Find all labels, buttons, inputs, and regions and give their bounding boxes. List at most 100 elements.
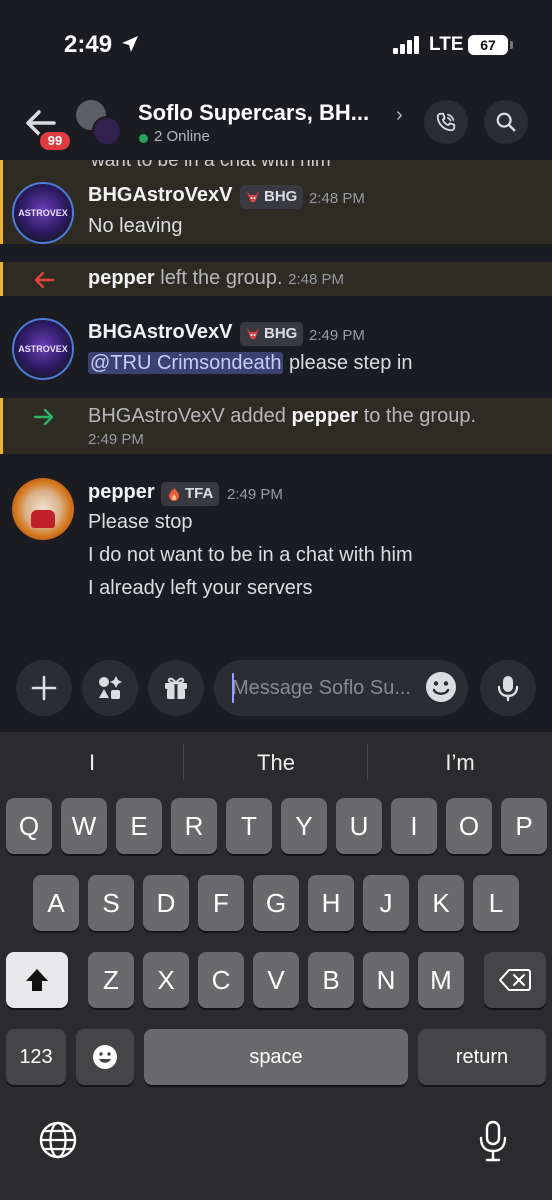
globe-icon[interactable]	[38, 1120, 78, 1160]
battery-icon: 67	[468, 35, 508, 55]
suggestion[interactable]: The	[184, 746, 368, 780]
key[interactable]: Y	[281, 798, 327, 854]
key[interactable]: V	[253, 952, 299, 1008]
system-user[interactable]: BHGAstroVexV	[88, 405, 225, 427]
avatar-text: ASTROVEX	[18, 344, 68, 354]
avatar[interactable]: ASTROVEX	[12, 182, 74, 244]
message-text-cut: want to be in a chat with him	[91, 160, 331, 171]
key[interactable]: I	[391, 798, 437, 854]
key[interactable]: A	[33, 875, 79, 931]
chevron-right-icon[interactable]: ›	[396, 104, 403, 127]
clan-tag-label: BHG	[264, 325, 298, 342]
search-button[interactable]	[484, 100, 528, 144]
key[interactable]: G	[253, 875, 299, 931]
key[interactable]: W	[61, 798, 107, 854]
key[interactable]: E	[116, 798, 162, 854]
voice-message-button[interactable]	[480, 660, 536, 716]
suggestion[interactable]: I	[0, 746, 184, 780]
key[interactable]: K	[418, 875, 464, 931]
join-arrow-icon	[33, 408, 54, 426]
cellular-signal-icon	[393, 36, 419, 54]
key[interactable]: S	[88, 875, 134, 931]
avatar[interactable]	[12, 478, 74, 540]
key[interactable]: U	[336, 798, 382, 854]
text-cursor	[232, 673, 234, 703]
key[interactable]: Q	[6, 798, 52, 854]
message-author[interactable]: pepper	[88, 481, 155, 504]
message-author[interactable]: BHGAstroVexV	[88, 321, 233, 344]
group-avatar[interactable]	[76, 100, 124, 148]
shift-arrow-icon	[26, 969, 48, 991]
key[interactable]: H	[308, 875, 354, 931]
clan-tag[interactable]: TFA	[161, 482, 220, 506]
key[interactable]: P	[501, 798, 547, 854]
apps-icon	[99, 676, 122, 699]
numbers-key[interactable]: 123	[6, 1029, 66, 1085]
flame-icon	[169, 487, 179, 501]
key[interactable]: C	[198, 952, 244, 1008]
gift-button[interactable]	[148, 660, 204, 716]
dictation-mic-icon[interactable]	[478, 1120, 508, 1162]
battery-nub	[510, 41, 513, 49]
member-avatar	[92, 116, 122, 146]
key[interactable]: M	[418, 952, 464, 1008]
message-author[interactable]: BHGAstroVexV	[88, 184, 233, 207]
key[interactable]: O	[446, 798, 492, 854]
key[interactable]: T	[226, 798, 272, 854]
message-text: I do not want to be in a chat with him	[88, 544, 413, 566]
key[interactable]: B	[308, 952, 354, 1008]
clan-tag-label: BHG	[264, 188, 298, 205]
unread-badge: 99	[37, 129, 73, 153]
online-count: 2 Online	[154, 128, 210, 145]
backspace-key[interactable]	[484, 952, 546, 1008]
key[interactable]: D	[143, 875, 189, 931]
clan-tag[interactable]: BHG	[240, 185, 304, 209]
add-attachment-button[interactable]	[16, 660, 72, 716]
status-bar: 2:49 LTE 67	[0, 0, 552, 88]
return-key[interactable]: return	[418, 1029, 546, 1085]
leave-arrow-icon	[34, 271, 55, 289]
system-user[interactable]: pepper	[88, 267, 155, 289]
channel-header: 99 Soflo Supercars, BH... › 2 Online	[0, 88, 552, 160]
battery-level: 67	[480, 37, 496, 53]
key[interactable]: J	[363, 875, 409, 931]
shift-key[interactable]	[6, 952, 68, 1008]
system-text: to the group.	[358, 405, 477, 427]
microphone-icon	[497, 676, 519, 702]
space-key[interactable]: space	[144, 1029, 408, 1085]
bull-icon	[247, 328, 259, 339]
key[interactable]: F	[198, 875, 244, 931]
message-timestamp: 2:49 PM	[309, 327, 365, 344]
message-timestamp: 2:48 PM	[309, 190, 365, 207]
message-timestamp: 2:48 PM	[288, 271, 344, 288]
message-text: @TRU Crimsondeath please step in	[88, 352, 412, 375]
key[interactable]: X	[143, 952, 189, 1008]
emoji-icon	[93, 1045, 117, 1069]
key[interactable]: N	[363, 952, 409, 1008]
system-user[interactable]: pepper	[291, 405, 358, 427]
system-text: added	[224, 405, 292, 427]
call-button[interactable]	[424, 100, 468, 144]
key[interactable]: L	[473, 875, 519, 931]
phone-icon	[436, 112, 456, 132]
key[interactable]: R	[171, 798, 217, 854]
key[interactable]: Z	[88, 952, 134, 1008]
suggestion[interactable]: I’m	[368, 746, 552, 780]
system-message-leave: pepper left the group. 2:48 PM	[88, 267, 344, 290]
gift-icon	[165, 677, 187, 699]
message-list[interactable]: want to be in a chat with him ASTROVEX B…	[0, 160, 552, 640]
apps-button[interactable]	[82, 660, 138, 716]
channel-title[interactable]: Soflo Supercars, BH...	[138, 100, 369, 126]
avatar[interactable]: ASTROVEX	[12, 318, 74, 380]
message-text: No leaving	[88, 215, 183, 237]
location-arrow-icon	[122, 36, 138, 52]
clan-tag[interactable]: BHG	[240, 322, 304, 346]
network-type: LTE	[429, 34, 464, 55]
emoji-key[interactable]	[76, 1029, 134, 1085]
backspace-icon	[499, 969, 531, 991]
emoji-picker-icon[interactable]	[424, 670, 458, 704]
plus-icon	[31, 675, 57, 701]
user-mention[interactable]: @TRU Crimsondeath	[88, 352, 284, 374]
system-text: left the group.	[154, 267, 289, 289]
online-status-dot	[139, 134, 148, 143]
